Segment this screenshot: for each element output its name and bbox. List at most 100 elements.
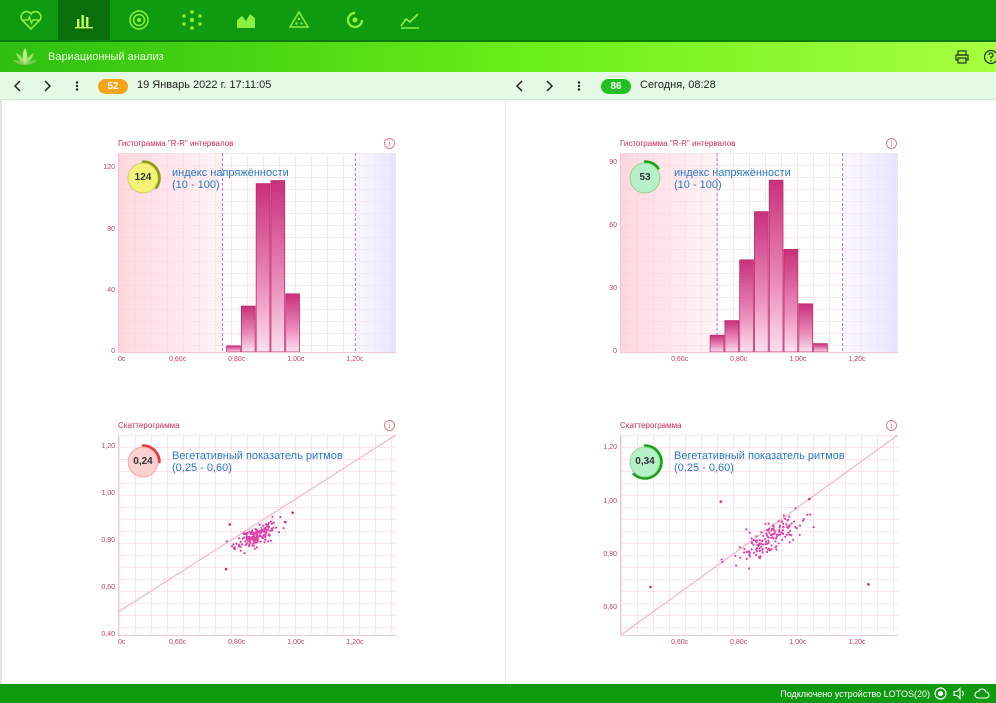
scatter-point	[792, 538, 795, 541]
scatter-point	[263, 541, 266, 544]
scatter-point	[781, 538, 784, 541]
info-icon[interactable]: i	[384, 138, 395, 149]
scatter-point	[277, 531, 280, 534]
scatter-point	[232, 543, 235, 546]
scatter-point	[255, 534, 258, 538]
y-tick-label: 120	[103, 164, 115, 172]
high-zone	[355, 153, 396, 352]
scatter-point	[747, 550, 750, 553]
scatter-point	[279, 515, 282, 519]
scatter-point	[743, 547, 746, 551]
scatter-point	[244, 540, 247, 543]
bar-chart-icon[interactable]	[58, 0, 110, 40]
left-prev-button[interactable]	[8, 72, 28, 100]
scatter-point	[758, 539, 761, 542]
info-icon[interactable]: i	[886, 420, 897, 431]
scatter-point	[766, 535, 769, 538]
line-chart-icon[interactable]	[384, 0, 436, 40]
right-prev-button[interactable]	[510, 72, 530, 100]
scatter-point	[748, 553, 751, 556]
scatter-point	[782, 514, 785, 517]
scatter-point	[262, 524, 265, 527]
scatter-point	[253, 537, 257, 540]
scatter-point	[263, 530, 266, 533]
right-menu-button[interactable]	[569, 72, 589, 100]
scatter-point	[756, 547, 759, 550]
scatter-title: Скаттерограмма	[118, 421, 180, 430]
right-session-badge[interactable]: 86	[601, 79, 631, 94]
info-icon[interactable]: i	[384, 420, 395, 431]
area-chart-icon[interactable]	[220, 0, 272, 40]
scatter-point	[239, 549, 242, 552]
cycle-icon[interactable]	[329, 0, 381, 40]
scatter-point	[779, 533, 782, 536]
session-toolbar: 52 19 Январь 2022 г. 17:11:05 86 Сегодня…	[0, 72, 996, 100]
molecule-icon[interactable]	[166, 0, 218, 40]
scatter-point	[758, 547, 761, 550]
help-icon[interactable]	[983, 49, 996, 65]
info-icon[interactable]: i	[886, 138, 897, 149]
histogram-bar	[226, 345, 241, 352]
cloud-icon[interactable]	[974, 687, 990, 700]
scatter-point	[774, 540, 777, 543]
target-icon[interactable]	[113, 0, 165, 40]
scatter-point	[772, 525, 775, 528]
scatter-point	[225, 540, 228, 543]
chevron-right-icon	[44, 80, 52, 92]
record-icon[interactable]	[934, 687, 947, 700]
scatter-point	[752, 543, 755, 546]
scatter-point	[785, 533, 788, 536]
x-tick-label: 0с	[118, 639, 126, 646]
x-tick-label: 0,60с	[169, 356, 187, 363]
scatter-outlier	[228, 523, 232, 526]
scatter-point	[778, 530, 781, 533]
scatter-point	[249, 533, 252, 536]
right-scatter-panel: Скаттерограмма i 0,34 Вегетативный показ…	[590, 418, 902, 658]
scatter-point	[739, 556, 742, 559]
y-tick-label: 0	[613, 348, 617, 355]
scatter-outlier	[283, 520, 287, 524]
lotus-logo-icon	[13, 48, 37, 65]
x-tick-label: 1,00с	[789, 356, 807, 363]
left-menu-button[interactable]	[67, 72, 87, 100]
print-icon[interactable]	[954, 49, 970, 65]
scatter-point	[780, 520, 783, 523]
pyramid-icon[interactable]	[273, 0, 325, 40]
scatter-point	[784, 517, 787, 520]
histogram-title: Гистограмма "R-R" интервалов	[620, 139, 736, 148]
scatter-point	[264, 538, 267, 541]
left-next-button[interactable]	[37, 72, 57, 100]
y-tick-label: 0,80	[101, 536, 115, 544]
scatter-point	[738, 546, 741, 549]
left-session-badge[interactable]: 52	[98, 79, 128, 94]
scatter-point	[755, 550, 758, 553]
rhythm-index-range: (0,25 - 0,60)	[674, 462, 734, 474]
scatter-point	[246, 539, 249, 542]
scatter-point	[765, 546, 768, 549]
high-zone	[842, 153, 898, 352]
scatter-point	[767, 539, 770, 542]
scatter-point	[759, 555, 762, 558]
stress-index-label: индекс напряжённости	[674, 167, 791, 179]
scatter-outlier	[224, 567, 228, 571]
scatter-point	[780, 531, 783, 534]
scatter-point	[244, 532, 247, 535]
speaker-icon[interactable]	[953, 687, 966, 700]
stress-index-gauge: 124	[125, 160, 161, 196]
scatter-point	[775, 548, 778, 551]
heart-rate-icon[interactable]	[5, 0, 57, 40]
scatter-point	[249, 536, 252, 539]
scatter-point	[770, 544, 773, 547]
scatter-point	[760, 531, 763, 534]
scatter-point	[752, 538, 755, 542]
scatter-point	[721, 561, 724, 564]
scatter-point	[269, 520, 272, 523]
scatter-point	[760, 540, 764, 543]
y-tick-label: 0,80	[603, 551, 617, 558]
stress-index-range: (10 - 100)	[674, 179, 722, 191]
scatter-point	[251, 544, 254, 547]
status-bar: Подключено устройство LOTOS(20)	[0, 684, 996, 703]
right-next-button[interactable]	[539, 72, 559, 100]
scatter-point	[766, 550, 769, 554]
scatter-point	[266, 529, 269, 532]
